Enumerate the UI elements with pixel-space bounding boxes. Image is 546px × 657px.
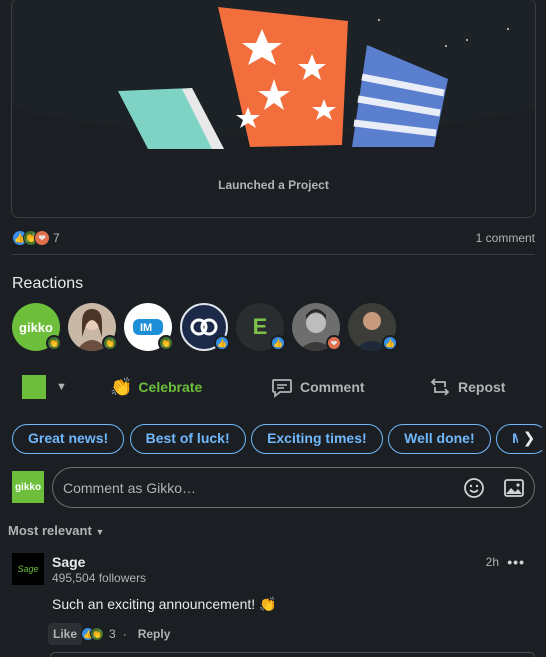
post-action-bar: ▼ 👏 Celebrate Comment Repost — [12, 366, 535, 408]
reactor-avatar[interactable]: ❤ — [292, 303, 342, 351]
image-icon[interactable] — [502, 476, 526, 500]
celebrate-label: Celebrate — [138, 379, 203, 395]
celebrate-icon: 👏 — [158, 335, 174, 351]
suggested-reply-chip[interactable]: Well done! — [388, 424, 491, 454]
repost-button[interactable]: Repost — [428, 366, 505, 408]
suggested-reply-chip[interactable]: Best of luck! — [129, 424, 246, 454]
banner-illustration — [12, 0, 535, 149]
banner-caption: Launched a Project — [218, 178, 329, 192]
reaction-identity-picker[interactable]: ▼ — [22, 366, 67, 408]
suggested-reply-chip[interactable]: Exciting times! — [251, 424, 383, 454]
author-followers: 495,504 followers — [52, 571, 147, 585]
like-icon: 👍 — [382, 335, 398, 351]
reactor-avatar[interactable]: 👍 — [348, 303, 398, 351]
like-button[interactable]: Like — [48, 623, 83, 645]
suggested-replies: Great news! Best of luck! Exciting times… — [12, 424, 542, 454]
emoji-icon[interactable] — [462, 476, 486, 500]
sort-dropdown[interactable]: Most relevant ▼ — [8, 523, 104, 538]
reaction-count[interactable]: 7 — [53, 231, 60, 245]
comment-timestamp: 2h — [485, 555, 499, 569]
company-logo-icon — [22, 375, 46, 399]
love-icon: ❤ — [326, 335, 342, 351]
comment-reaction-count[interactable]: 3 — [109, 627, 116, 641]
repost-label: Repost — [458, 379, 506, 395]
comment-author[interactable]: Sage — [52, 554, 85, 570]
celebrate-icon: 👏 — [102, 335, 118, 351]
sort-label: Most relevant — [8, 523, 92, 538]
like-icon: 👍 — [270, 335, 286, 351]
love-icon: ❤ — [34, 230, 50, 246]
more-options-icon[interactable]: ••• — [507, 554, 525, 570]
reactions-heading: Reactions — [12, 275, 84, 292]
reaction-icons[interactable]: 👍 👏 ❤ — [12, 230, 50, 246]
comment-social-bar: Like 👍 👏 3 · Reply — [48, 622, 170, 646]
social-counts: 👍 👏 ❤ 7 1 comment — [12, 229, 535, 255]
reactor-avatar[interactable]: E 👍 — [236, 303, 286, 351]
comment-button[interactable]: Comment — [270, 366, 365, 408]
comment-composer: gikko — [12, 467, 535, 509]
comment-text: Such an exciting announcement! 👏 — [52, 596, 277, 612]
celebrate-icon: 👏 — [46, 335, 62, 351]
suggested-reply-chip[interactable]: Great news! — [12, 424, 125, 454]
celebrate-icon: 👏 — [90, 627, 105, 641]
comment-input[interactable] — [63, 478, 443, 498]
celebrate-button[interactable]: 👏 Celebrate — [110, 366, 202, 408]
comment-input-box[interactable] — [52, 467, 535, 508]
chevron-right-icon[interactable]: ❯ — [518, 427, 540, 451]
comment-item: Sage Sage 495,504 followers 2h ••• Such … — [12, 552, 535, 657]
comment-count-link[interactable]: 1 comment — [476, 231, 535, 245]
reactor-avatar[interactable]: IM 👏 — [124, 303, 174, 351]
reactor-avatars: gikko 👏 👏 IM 👏 👍 E 👍 ❤ 👍 — [12, 303, 398, 351]
reactor-avatar[interactable]: 👏 — [68, 303, 118, 351]
separator: · — [122, 627, 127, 641]
reactor-avatar[interactable]: gikko 👏 — [12, 303, 62, 351]
svg-text:IM: IM — [140, 322, 152, 334]
project-banner[interactable]: Launched a Project — [11, 0, 536, 218]
comment-icon — [272, 379, 292, 398]
like-icon: 👍 — [214, 335, 230, 351]
repost-icon — [430, 378, 450, 396]
chevron-down-icon: ▼ — [56, 381, 67, 393]
celebrate-icon: 👏 — [110, 376, 133, 397]
reply-input-edge[interactable] — [50, 652, 535, 657]
comment-label: Comment — [300, 379, 365, 395]
caret-down-icon: ▼ — [95, 527, 105, 537]
company-logo-icon: gikko — [12, 471, 44, 503]
reactor-avatar[interactable]: 👍 — [180, 303, 230, 351]
reply-button[interactable]: Reply — [138, 627, 171, 641]
author-avatar[interactable]: Sage — [12, 553, 44, 585]
